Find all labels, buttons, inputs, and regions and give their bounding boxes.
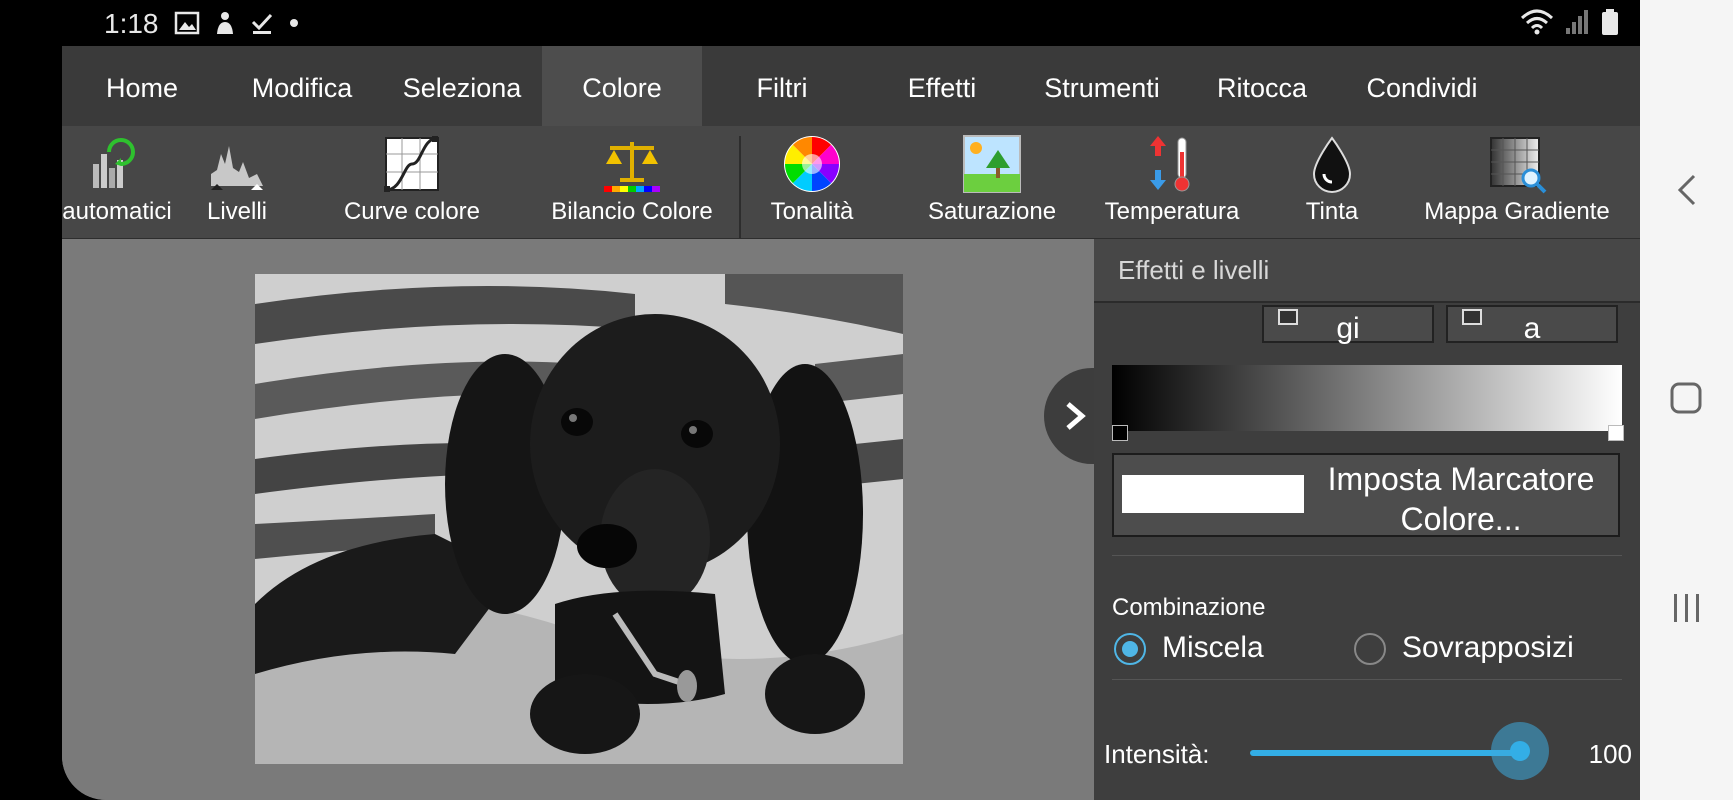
effects-panel: Effetti e livelli gi a Imposta Marcatore… xyxy=(1094,239,1640,800)
checkbox-indicator xyxy=(1462,309,1482,325)
tool-temperature[interactable]: Temperatura xyxy=(1082,126,1262,238)
tool-label: Tinta xyxy=(1305,198,1359,225)
tab-colore[interactable]: Colore xyxy=(542,46,702,126)
tool-label: automatici xyxy=(62,198,172,225)
gradient-marker-start[interactable] xyxy=(1112,425,1128,441)
edited-photo xyxy=(255,274,903,764)
tab-effetti[interactable]: Effetti xyxy=(862,46,1022,126)
tool-label: Mappa Gradiente xyxy=(1424,198,1610,225)
gallery-icon xyxy=(174,11,200,35)
tool-label: Livelli xyxy=(206,198,268,225)
swatch-button-label: gi xyxy=(1336,312,1360,345)
battery-icon xyxy=(1602,9,1618,35)
panel-divider xyxy=(1112,555,1622,556)
status-time: 1:18 xyxy=(104,8,159,39)
check-done-icon xyxy=(251,13,273,34)
intensity-slider-track[interactable] xyxy=(1250,750,1520,756)
home-icon[interactable] xyxy=(1640,378,1733,418)
tab-strumenti[interactable]: Strumenti xyxy=(1022,46,1182,126)
combination-label: Combinazione xyxy=(1112,594,1266,621)
tool-label: Curve colore xyxy=(343,198,481,225)
tool-gradient-map[interactable]: Mappa Gradiente xyxy=(1412,126,1622,238)
color-tools-ribbon: automatici Livelli Curve colore Bilancio… xyxy=(62,126,1640,239)
tool-label: Tonalità xyxy=(770,198,854,225)
radio-label: Miscela xyxy=(1162,631,1264,664)
panel-title: Effetti e livelli xyxy=(1094,239,1640,303)
gradient-map-icon xyxy=(1490,137,1547,194)
tool-levels[interactable]: Livelli xyxy=(182,126,292,238)
intensity-value: 100 xyxy=(1588,739,1632,769)
signal-icon xyxy=(1566,10,1588,34)
tool-tint[interactable]: Tinta xyxy=(1282,126,1382,238)
tab-home[interactable]: Home xyxy=(62,46,222,126)
system-navigation-bar xyxy=(1640,0,1733,800)
intensity-slider-fill xyxy=(1250,750,1520,756)
radio-indicator xyxy=(1114,633,1146,665)
tool-label: Saturazione xyxy=(927,198,1057,225)
gradient-preview[interactable] xyxy=(1112,365,1622,431)
bixby-icon xyxy=(217,12,233,34)
tool-saturation[interactable]: Saturazione xyxy=(912,126,1072,238)
radio-blend[interactable]: Miscela xyxy=(1114,631,1334,667)
curves-icon xyxy=(384,136,439,192)
set-color-marker-label: Imposta Marcatore Colore... xyxy=(1327,461,1595,537)
app-window: Home Modifica Seleziona Colore Filtri Ef… xyxy=(62,46,1640,800)
thermometer-icon xyxy=(1150,136,1190,192)
radio-overlay[interactable]: Sovrapposizi xyxy=(1354,631,1640,667)
tool-label: Bilancio Colore xyxy=(551,198,713,225)
notification-dot-icon xyxy=(290,19,298,27)
panel-divider xyxy=(1112,679,1622,680)
gradient-end-color-button[interactable]: a xyxy=(1446,305,1618,345)
chevron-right-icon xyxy=(1066,402,1086,430)
radio-label: Sovrapposizi xyxy=(1402,631,1574,664)
tab-ritocca[interactable]: Ritocca xyxy=(1182,46,1342,126)
tab-condividi[interactable]: Condividi xyxy=(1342,46,1502,126)
wifi-icon xyxy=(1520,9,1554,35)
status-bar: 1:18 xyxy=(0,0,1640,46)
gradient-start-color-button[interactable]: gi xyxy=(1262,305,1434,345)
tool-color-balance[interactable]: Bilancio Colore xyxy=(532,126,732,238)
color-wheel-icon xyxy=(784,136,840,192)
levels-icon xyxy=(211,146,263,190)
ribbon-divider xyxy=(739,136,741,240)
recent-apps-icon[interactable] xyxy=(1640,588,1733,628)
saturation-icon xyxy=(963,135,1021,193)
back-icon[interactable] xyxy=(1640,170,1733,210)
tool-color-curves[interactable]: Curve colore xyxy=(332,126,492,238)
tab-seleziona[interactable]: Seleziona xyxy=(382,46,542,126)
set-color-marker-button[interactable]: Imposta Marcatore Colore... xyxy=(1112,453,1620,537)
intensity-slider-handle[interactable] xyxy=(1491,722,1549,780)
balance-scale-icon xyxy=(604,142,660,192)
gradient-marker-end[interactable] xyxy=(1608,425,1624,441)
auto-levels-icon xyxy=(93,138,135,188)
radio-indicator xyxy=(1354,633,1386,665)
tool-hue[interactable]: Tonalità xyxy=(752,126,872,238)
tool-label: Temperatura xyxy=(1104,198,1240,225)
tint-drop-icon xyxy=(1312,136,1352,193)
tab-modifica[interactable]: Modifica xyxy=(222,46,382,126)
checkbox-indicator xyxy=(1278,309,1298,325)
marker-color-swatch xyxy=(1122,475,1304,513)
menu-tabs: Home Modifica Seleziona Colore Filtri Ef… xyxy=(62,46,1640,126)
swatch-button-label: a xyxy=(1523,312,1541,345)
intensity-label: Intensità: xyxy=(1104,739,1210,769)
tab-filtri[interactable]: Filtri xyxy=(702,46,862,126)
tool-auto-levels[interactable]: automatici xyxy=(62,126,182,238)
